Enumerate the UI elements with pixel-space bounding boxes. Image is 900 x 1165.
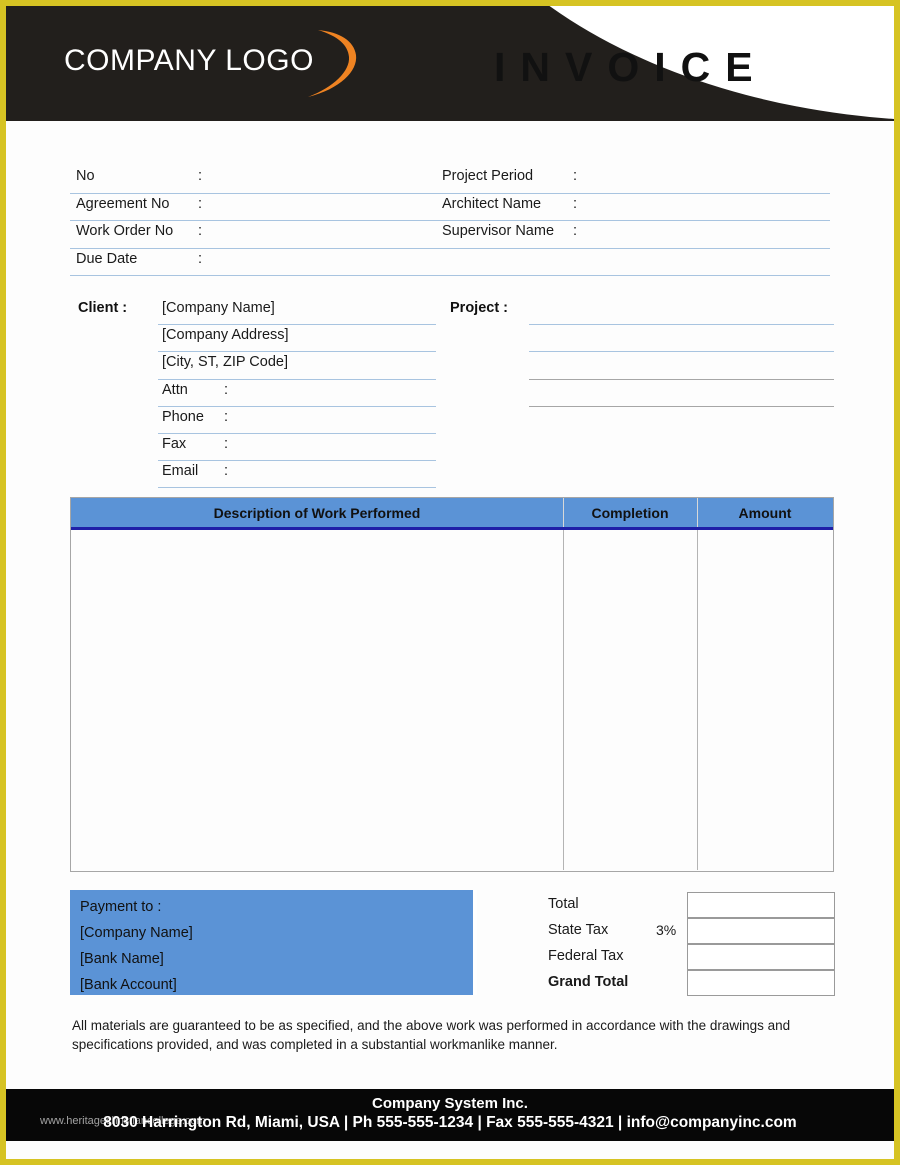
field-colon: :: [573, 168, 578, 184]
column-header-amount: Amount: [738, 505, 792, 521]
table-body[interactable]: [71, 530, 833, 870]
column-divider: [697, 530, 698, 870]
field-colon: :: [224, 435, 229, 452]
client-line: Attn :: [158, 380, 436, 407]
total-row: Grand Total: [546, 970, 836, 996]
header-divider: [697, 498, 698, 527]
field-label-no: No: [76, 168, 95, 184]
payment-bank-account: [Bank Account]: [80, 977, 177, 993]
field-label-due-date: Due Date: [76, 250, 138, 267]
field-colon: :: [198, 223, 203, 239]
state-tax-percent: 3%: [656, 922, 677, 938]
field-label-agreement-no: Agreement No: [76, 195, 170, 212]
payment-bank-name: [Bank Name]: [80, 951, 164, 967]
invoice-header: COMPANY LOGO INVOICE: [6, 6, 894, 121]
client-line: [Company Name]: [158, 298, 436, 326]
work-items-table: Description of Work Performed Completion…: [70, 497, 834, 872]
field-label-supervisor-name: Supervisor Name: [442, 223, 555, 239]
client-city-state-zip: [City, ST, ZIP Code]: [162, 354, 288, 371]
total-label: Total: [548, 896, 579, 912]
field-colon: :: [198, 250, 203, 267]
page-title: INVOICE: [494, 44, 768, 90]
client-line: [Company Address]: [158, 325, 436, 353]
footer-company-name: Company System Inc.: [372, 1095, 528, 1112]
field-colon: :: [224, 463, 229, 480]
project-heading: Project :: [450, 300, 509, 316]
payment-company-name: [Company Name]: [80, 925, 193, 941]
client-company-address: [Company Address]: [162, 327, 289, 344]
watermark-text: www.heritagechristiancollege.com: [40, 1115, 206, 1127]
field-row: Agreement No : Architect Name :: [70, 194, 830, 221]
project-line: [529, 380, 834, 407]
state-tax-label: State Tax: [548, 922, 609, 938]
table-header-row: Description of Work Performed Completion…: [71, 498, 833, 530]
company-logo-text: COMPANY LOGO: [64, 44, 314, 77]
client-company-name: [Company Name]: [162, 300, 275, 316]
field-row: Work Order No : Supervisor Name :: [70, 221, 830, 249]
orange-swoosh-icon: [306, 27, 364, 99]
client-project-section: Client : Project : [Company Name] [Compa…: [70, 298, 834, 489]
project-line: [529, 298, 834, 326]
project-fields: [529, 298, 834, 407]
field-label-work-order-no: Work Order No: [76, 223, 174, 239]
total-row: Total: [546, 892, 836, 918]
grand-total-label: Grand Total: [548, 974, 629, 990]
client-heading: Client :: [78, 300, 128, 316]
field-colon: :: [573, 195, 578, 212]
federal-tax-label: Federal Tax: [548, 948, 624, 964]
totals-section: Total State Tax 3% Federal Tax Grand Tot…: [546, 892, 836, 1000]
payment-heading: Payment to :: [80, 899, 162, 915]
client-line: [City, ST, ZIP Code]: [158, 352, 436, 380]
field-colon: :: [224, 408, 229, 425]
field-colon: :: [573, 223, 578, 239]
invoice-sheet: COMPANY LOGO INVOICE No : Project Period…: [6, 6, 894, 1159]
guarantee-text: All materials are guaranteed to be as sp…: [72, 1018, 791, 1052]
total-row: Federal Tax: [546, 944, 836, 970]
column-header-completion: Completion: [591, 505, 669, 521]
state-tax-value-box[interactable]: [687, 918, 835, 944]
column-header-description: Description of Work Performed: [213, 505, 421, 521]
field-label-architect-name: Architect Name: [442, 195, 542, 212]
client-label-phone: Phone: [162, 408, 204, 425]
payment-details-box: Payment to : [Company Name] [Bank Name] …: [70, 890, 477, 995]
client-label-fax: Fax: [162, 435, 187, 452]
client-fields: [Company Name] [Company Address] [City, …: [158, 298, 436, 489]
invoice-footer: Company System Inc. 8030 Harrington Rd, …: [6, 1089, 894, 1141]
total-row: State Tax 3%: [546, 918, 836, 944]
project-line: [529, 325, 834, 353]
field-row: No : Project Period :: [70, 166, 830, 194]
field-row: Due Date :: [70, 249, 830, 276]
project-line: [529, 352, 834, 380]
column-divider: [563, 530, 564, 870]
field-colon: :: [198, 168, 203, 184]
client-label-attn: Attn: [162, 381, 188, 398]
invoice-page: COMPANY LOGO INVOICE No : Project Period…: [0, 0, 900, 1165]
client-line: Email :: [158, 461, 436, 489]
client-line: Phone :: [158, 407, 436, 434]
total-value-box[interactable]: [687, 892, 835, 918]
client-line: Fax :: [158, 434, 436, 462]
field-colon: :: [198, 195, 203, 212]
client-label-email: Email: [162, 463, 199, 480]
field-label-project-period: Project Period: [442, 168, 534, 184]
field-colon: :: [224, 381, 229, 398]
invoice-meta-fields: No : Project Period : Agreement No : Arc…: [70, 166, 830, 276]
grand-total-value-box[interactable]: [687, 970, 835, 996]
federal-tax-value-box[interactable]: [687, 944, 835, 970]
header-divider: [563, 498, 564, 527]
